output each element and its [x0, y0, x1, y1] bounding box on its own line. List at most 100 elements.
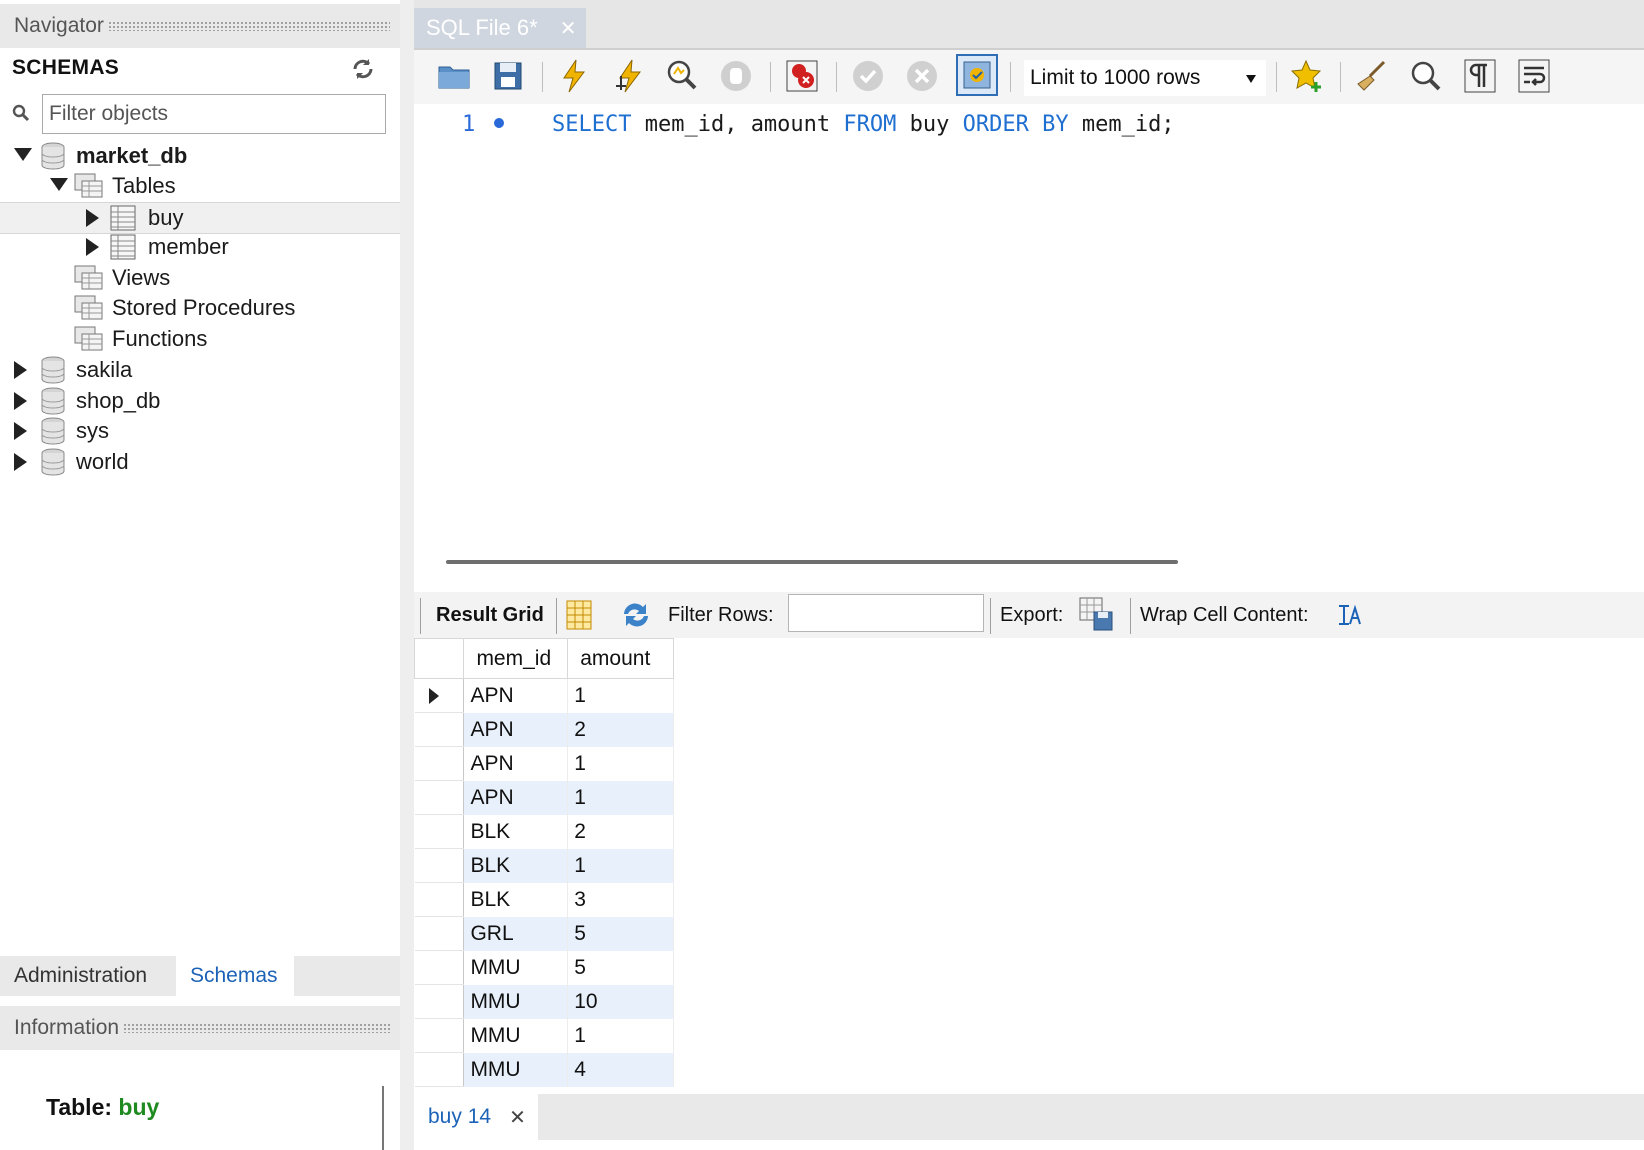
tree-item-sakila[interactable]: sakila: [0, 354, 400, 386]
expand-down-icon[interactable]: [50, 178, 68, 191]
cell-amount[interactable]: 4: [567, 1052, 674, 1087]
tree-item-tables[interactable]: Tables: [0, 170, 400, 202]
filter-objects-input[interactable]: [42, 94, 386, 134]
add-snippet-star-icon[interactable]: [1290, 58, 1326, 94]
editor-horizontal-scrollbar[interactable]: [446, 560, 1178, 564]
table-row[interactable]: MMU 5: [414, 950, 674, 985]
table-row[interactable]: BLK 2: [414, 814, 674, 849]
result-grid-button[interactable]: Result Grid: [436, 604, 544, 627]
find-magnifier-icon[interactable]: [1408, 58, 1444, 94]
invisible-chars-icon[interactable]: [1462, 58, 1498, 94]
tree-item-buy[interactable]: buy: [0, 202, 400, 234]
expand-right-icon[interactable]: [14, 361, 27, 379]
row-header[interactable]: [414, 950, 465, 985]
table-row[interactable]: APN 1: [414, 746, 674, 781]
row-header[interactable]: [414, 746, 465, 781]
expand-right-icon[interactable]: [14, 453, 27, 471]
cell-amount[interactable]: 1: [567, 848, 674, 883]
row-header[interactable]: [414, 1018, 465, 1053]
cell-amount[interactable]: 5: [567, 916, 674, 951]
sql-code-line[interactable]: SELECT mem_id, amount FROM buy ORDER BY …: [552, 112, 1175, 137]
expand-down-icon[interactable]: [14, 148, 32, 161]
table-row[interactable]: APN 2: [414, 712, 674, 747]
row-header[interactable]: [414, 984, 465, 1019]
chevron-down-icon[interactable]: [1246, 75, 1256, 83]
table-row[interactable]: APN 1: [414, 780, 674, 815]
tree-item-shop-db[interactable]: shop_db: [0, 385, 400, 417]
cell-mem-id[interactable]: BLK: [463, 814, 569, 849]
table-row[interactable]: MMU 1: [414, 1018, 674, 1053]
tree-item-stored-procedures[interactable]: Stored Procedures: [0, 292, 400, 324]
word-wrap-icon[interactable]: [1516, 58, 1552, 94]
pane-splitter[interactable]: [400, 0, 414, 1150]
export-icon[interactable]: [1078, 596, 1114, 632]
cell-mem-id[interactable]: APN: [463, 712, 569, 747]
table-row[interactable]: APN 1: [414, 678, 674, 713]
cell-mem-id[interactable]: BLK: [463, 882, 569, 917]
expand-right-icon[interactable]: [14, 392, 27, 410]
tab-sql-file[interactable]: SQL File 6* ✕: [414, 8, 586, 48]
cell-amount[interactable]: 1: [567, 780, 674, 815]
cell-amount[interactable]: 3: [567, 882, 674, 917]
row-header[interactable]: [414, 814, 465, 849]
refresh-icon[interactable]: [350, 56, 376, 82]
tree-item-sys[interactable]: sys: [0, 415, 400, 447]
tree-item-world[interactable]: world: [0, 446, 400, 478]
tab-administration[interactable]: Administration: [0, 956, 161, 996]
explain-icon[interactable]: [664, 58, 700, 94]
tree-item-functions[interactable]: Functions: [0, 323, 400, 355]
cell-amount[interactable]: 2: [567, 712, 674, 747]
rollback-icon[interactable]: [904, 58, 940, 94]
expand-right-icon[interactable]: [14, 422, 27, 440]
tree-item-views[interactable]: Views: [0, 262, 400, 294]
cell-amount[interactable]: 1: [567, 746, 674, 781]
cell-mem-id[interactable]: MMU: [463, 984, 569, 1019]
close-icon[interactable]: ✕: [560, 16, 577, 41]
beautify-broom-icon[interactable]: [1354, 58, 1390, 94]
tab-result-buy[interactable]: buy 14 ✕: [414, 1094, 538, 1140]
wrap-cell-toggle-icon[interactable]: [1336, 602, 1362, 628]
execute-lightning-icon[interactable]: [556, 58, 592, 94]
cell-mem-id[interactable]: MMU: [463, 1018, 569, 1053]
close-icon[interactable]: ✕: [509, 1105, 526, 1130]
table-row[interactable]: BLK 1: [414, 848, 674, 883]
row-header[interactable]: [414, 848, 465, 883]
cell-mem-id[interactable]: APN: [463, 678, 569, 713]
row-header[interactable]: [414, 882, 465, 917]
table-row[interactable]: MMU 10: [414, 984, 674, 1019]
tree-item-member[interactable]: member: [0, 231, 400, 263]
table-row[interactable]: MMU 4: [414, 1052, 674, 1087]
corner-cell[interactable]: [413, 638, 465, 679]
cell-amount[interactable]: 10: [567, 984, 674, 1019]
tab-schemas[interactable]: Schemas: [176, 956, 294, 996]
save-icon[interactable]: [490, 58, 526, 94]
tree-item-market-db[interactable]: market_db: [0, 140, 400, 172]
row-header[interactable]: [414, 1052, 465, 1087]
cell-mem-id[interactable]: BLK: [463, 848, 569, 883]
column-header-amount[interactable]: amount: [567, 638, 674, 679]
expand-right-icon[interactable]: [86, 209, 99, 227]
cell-amount[interactable]: 5: [567, 950, 674, 985]
cell-mem-id[interactable]: APN: [463, 746, 569, 781]
refresh-arrows-icon[interactable]: [620, 600, 652, 630]
open-folder-icon[interactable]: [436, 58, 472, 94]
cell-mem-id[interactable]: GRL: [463, 916, 569, 951]
cell-mem-id[interactable]: MMU: [463, 950, 569, 985]
table-row[interactable]: BLK 3: [414, 882, 674, 917]
grid-view-icon[interactable]: [566, 600, 592, 630]
row-header[interactable]: [414, 678, 465, 713]
row-header[interactable]: [414, 712, 465, 747]
expand-right-icon[interactable]: [86, 238, 99, 256]
commit-icon[interactable]: [850, 58, 886, 94]
sql-editor[interactable]: [414, 104, 1644, 548]
row-header[interactable]: [414, 916, 465, 951]
autocommit-toggle-icon[interactable]: [956, 54, 998, 96]
execute-current-icon[interactable]: [610, 58, 646, 94]
cell-amount[interactable]: 2: [567, 814, 674, 849]
cell-mem-id[interactable]: APN: [463, 780, 569, 815]
cell-mem-id[interactable]: MMU: [463, 1052, 569, 1087]
limit-rows-select[interactable]: Limit to 1000 rows: [1024, 60, 1266, 96]
stop-hand-icon[interactable]: [718, 58, 754, 94]
filter-rows-input[interactable]: [788, 594, 984, 632]
table-row[interactable]: GRL 5: [414, 916, 674, 951]
